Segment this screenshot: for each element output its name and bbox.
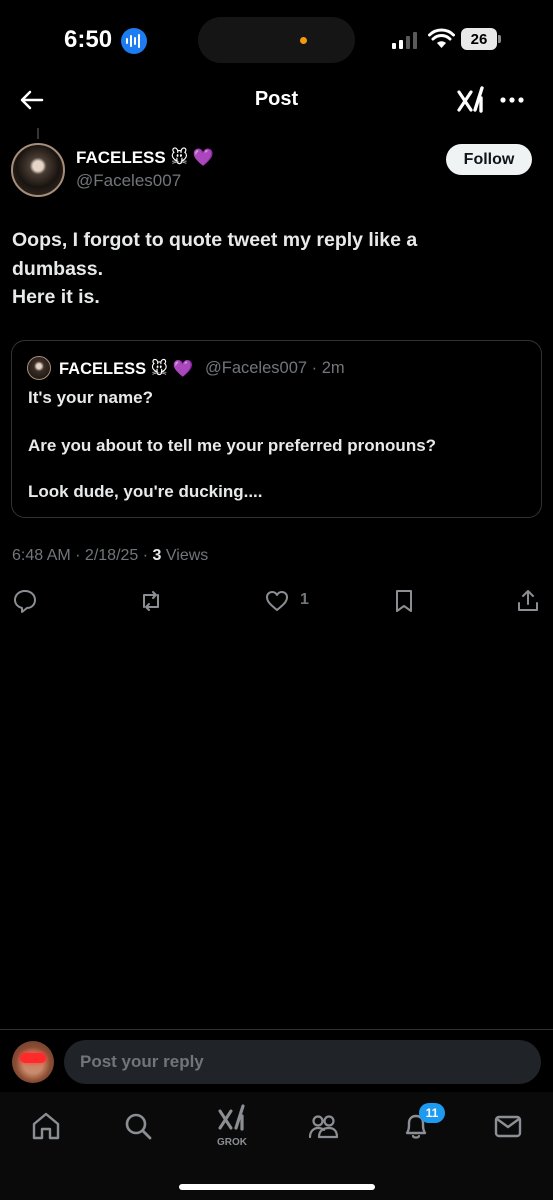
follow-button[interactable]: Follow: [446, 144, 532, 175]
post-header: Post: [0, 80, 553, 128]
reply-icon[interactable]: [12, 588, 38, 614]
quoted-author-handle: @Faceles007 · 2m: [205, 359, 345, 377]
post-text-line: dumbass.: [12, 257, 104, 280]
author-name[interactable]: FACELESS 🐭 💜: [76, 148, 214, 168]
grok-nav-label[interactable]: GROK: [214, 1137, 250, 1148]
quoted-post-card[interactable]: FACELESS 🐭 💜 @Faceles007 · 2m It's your …: [11, 340, 542, 518]
grok-nav-icon[interactable]: [216, 1102, 248, 1134]
more-options-icon[interactable]: [498, 86, 526, 114]
share-icon[interactable]: [515, 588, 541, 614]
audio-waveform-icon: [121, 28, 147, 54]
author-handle[interactable]: @Faceles007: [76, 171, 181, 191]
dynamic-island: [198, 17, 355, 63]
reply-input[interactable]: [64, 1040, 541, 1084]
thread-connector-line: [37, 128, 39, 139]
quoted-text-line: Look dude, you're ducking....: [28, 482, 263, 501]
quoted-author-name: FACELESS 🐭 💜: [59, 360, 194, 378]
quoted-text-line: Are you about to tell me your preferred …: [28, 436, 437, 455]
home-icon[interactable]: [30, 1110, 62, 1142]
privacy-indicator-dot: [300, 37, 307, 44]
grok-icon[interactable]: [455, 84, 487, 116]
reply-divider: [0, 1029, 553, 1030]
communities-icon[interactable]: [307, 1110, 339, 1142]
current-user-avatar[interactable]: [12, 1041, 54, 1083]
quoted-author-avatar: [27, 356, 51, 380]
post-text-line: Here it is.: [12, 286, 100, 308]
post-text: Oops, I forgot to quote tweet my reply l…: [12, 226, 532, 312]
home-indicator[interactable]: [179, 1184, 375, 1190]
like-count: 1: [300, 591, 309, 608]
search-icon[interactable]: [122, 1110, 154, 1142]
wifi-icon: [428, 28, 455, 48]
status-bar: 6:50 26: [0, 0, 553, 80]
author-avatar[interactable]: [11, 143, 65, 197]
battery-indicator: 26: [461, 28, 501, 50]
clock-time: 6:50: [64, 26, 113, 53]
views-label: Views: [165, 547, 209, 564]
like-heart-icon[interactable]: [264, 588, 290, 614]
battery-tip: [498, 35, 501, 43]
post-metadata: 6:48 AM · 2/18/25 · 3 Views: [12, 547, 208, 565]
notification-badge: 11: [419, 1103, 445, 1123]
quoted-text-line: It's your name?: [28, 388, 153, 407]
avatar-glasses: [20, 1053, 46, 1063]
cellular-signal-icon: [392, 32, 417, 49]
messages-envelope-icon[interactable]: [492, 1110, 524, 1142]
post-timestamp: 6:48 AM · 2/18/25 ·: [12, 547, 153, 564]
views-count: 3: [152, 547, 162, 564]
battery-level: 26: [461, 28, 497, 50]
repost-icon[interactable]: [138, 588, 164, 614]
post-text-line: Oops, I forgot to quote tweet my reply l…: [12, 229, 418, 251]
bookmark-icon[interactable]: [391, 588, 417, 614]
